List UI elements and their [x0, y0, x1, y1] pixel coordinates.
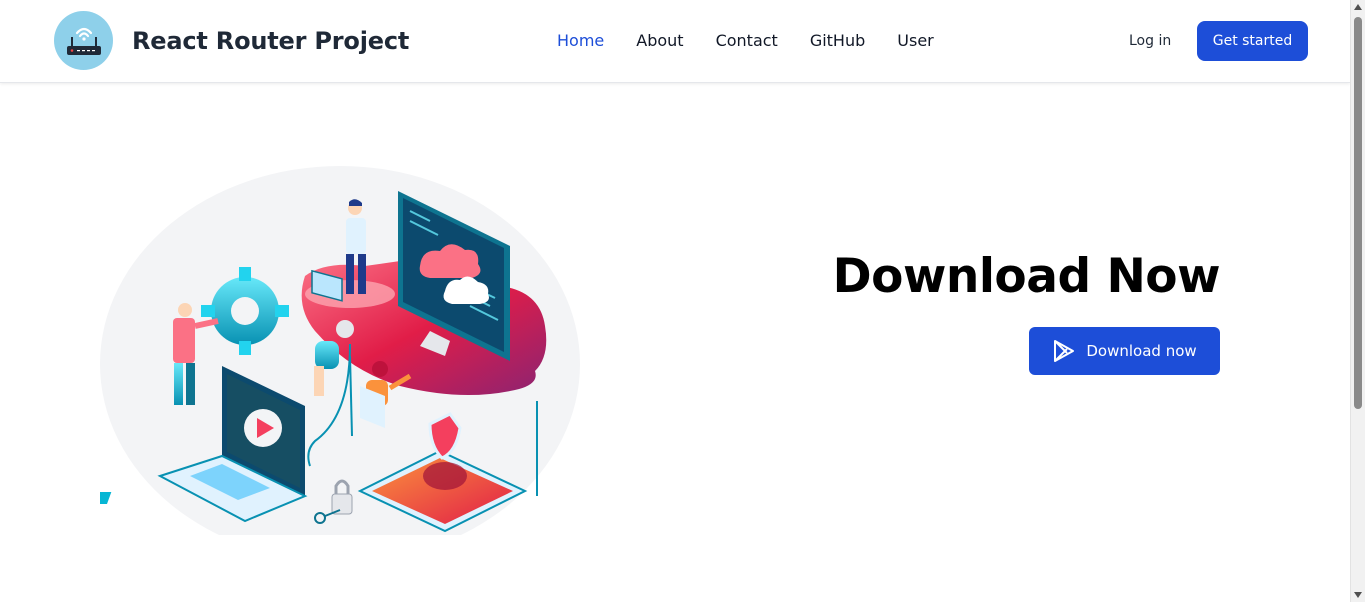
main-nav: Home About Contact GitHub User: [557, 31, 966, 50]
cloud-computing-illustration: [100, 166, 580, 535]
play-store-icon: [1054, 340, 1075, 362]
scroll-down-icon[interactable]: [1354, 592, 1362, 598]
nav-contact[interactable]: Contact: [716, 31, 778, 50]
login-link[interactable]: Log in: [1129, 33, 1171, 49]
site-header: React Router Project Home About Contact …: [0, 0, 1350, 83]
nav-user[interactable]: User: [897, 31, 933, 50]
nav-home[interactable]: Home: [557, 31, 604, 50]
scroll-up-icon[interactable]: [1354, 4, 1362, 10]
nav-about[interactable]: About: [636, 31, 683, 50]
scroll-thumb[interactable]: [1354, 17, 1362, 409]
wifi-router-icon: [54, 11, 113, 70]
download-now-label: Download now: [1086, 342, 1197, 360]
brand[interactable]: React Router Project: [54, 11, 409, 70]
page-scrollbar[interactable]: [1350, 0, 1365, 602]
hero-title: Download Now: [832, 249, 1221, 304]
nav-github[interactable]: GitHub: [810, 31, 865, 50]
download-now-button[interactable]: Download now: [1029, 327, 1220, 375]
brand-title: React Router Project: [132, 26, 410, 55]
get-started-button[interactable]: Get started: [1197, 21, 1308, 61]
